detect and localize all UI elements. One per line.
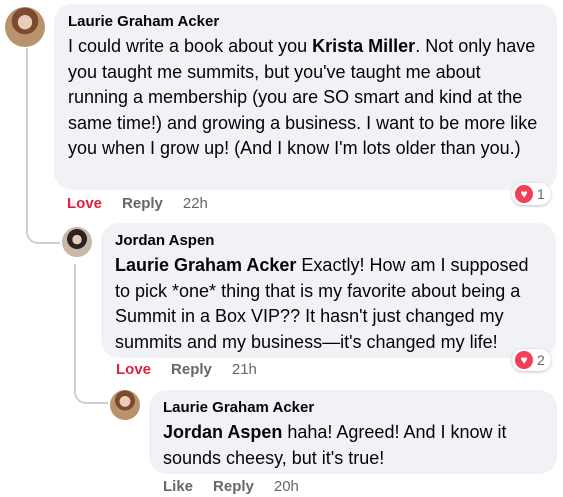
mention-link[interactable]: Laurie Graham Acker — [115, 255, 296, 275]
comment-bubble: Laurie Graham Acker I could write a book… — [54, 4, 557, 190]
timestamp[interactable]: 22h — [183, 195, 208, 212]
mention-link[interactable]: Jordan Aspen — [163, 422, 282, 442]
comment-author[interactable]: Jordan Aspen — [115, 231, 542, 251]
reply-button[interactable]: Reply — [122, 195, 163, 212]
comment-author[interactable]: Laurie Graham Acker — [68, 12, 543, 32]
love-button[interactable]: Love — [67, 195, 102, 212]
comment-text: I could write a book about you Krista Mi… — [68, 36, 538, 158]
avatar[interactable] — [110, 390, 140, 420]
avatar[interactable] — [5, 7, 45, 47]
comment-text: Laurie Graham Acker Exactly! How am I su… — [115, 255, 529, 352]
timestamp[interactable]: 20h — [274, 478, 299, 495]
avatar[interactable] — [62, 227, 92, 257]
comment-actions: Like Reply 20h — [163, 478, 319, 495]
comment-bubble: Jordan Aspen Laurie Graham Acker Exactly… — [101, 223, 556, 358]
comment-text: Jordan Aspen haha! Agreed! And I know it… — [163, 422, 507, 468]
comment-bubble: Laurie Graham Acker Jordan Aspen haha! A… — [149, 390, 557, 474]
reply-button[interactable]: Reply — [171, 361, 212, 378]
heart-icon: ♥ — [515, 185, 533, 203]
heart-icon: ♥ — [515, 351, 533, 369]
mention-link[interactable]: Krista Miller — [312, 36, 415, 56]
reply-button[interactable]: Reply — [213, 478, 254, 495]
reaction-count[interactable]: ♥ 1 — [512, 183, 551, 205]
timestamp[interactable]: 21h — [232, 361, 257, 378]
comment-author[interactable]: Laurie Graham Acker — [163, 398, 543, 418]
comment-actions: Love Reply 21h — [116, 361, 277, 378]
reaction-count[interactable]: ♥ 2 — [512, 349, 551, 371]
like-button[interactable]: Like — [163, 478, 193, 495]
love-button[interactable]: Love — [116, 361, 151, 378]
comment-actions: Love Reply 22h — [67, 195, 228, 212]
